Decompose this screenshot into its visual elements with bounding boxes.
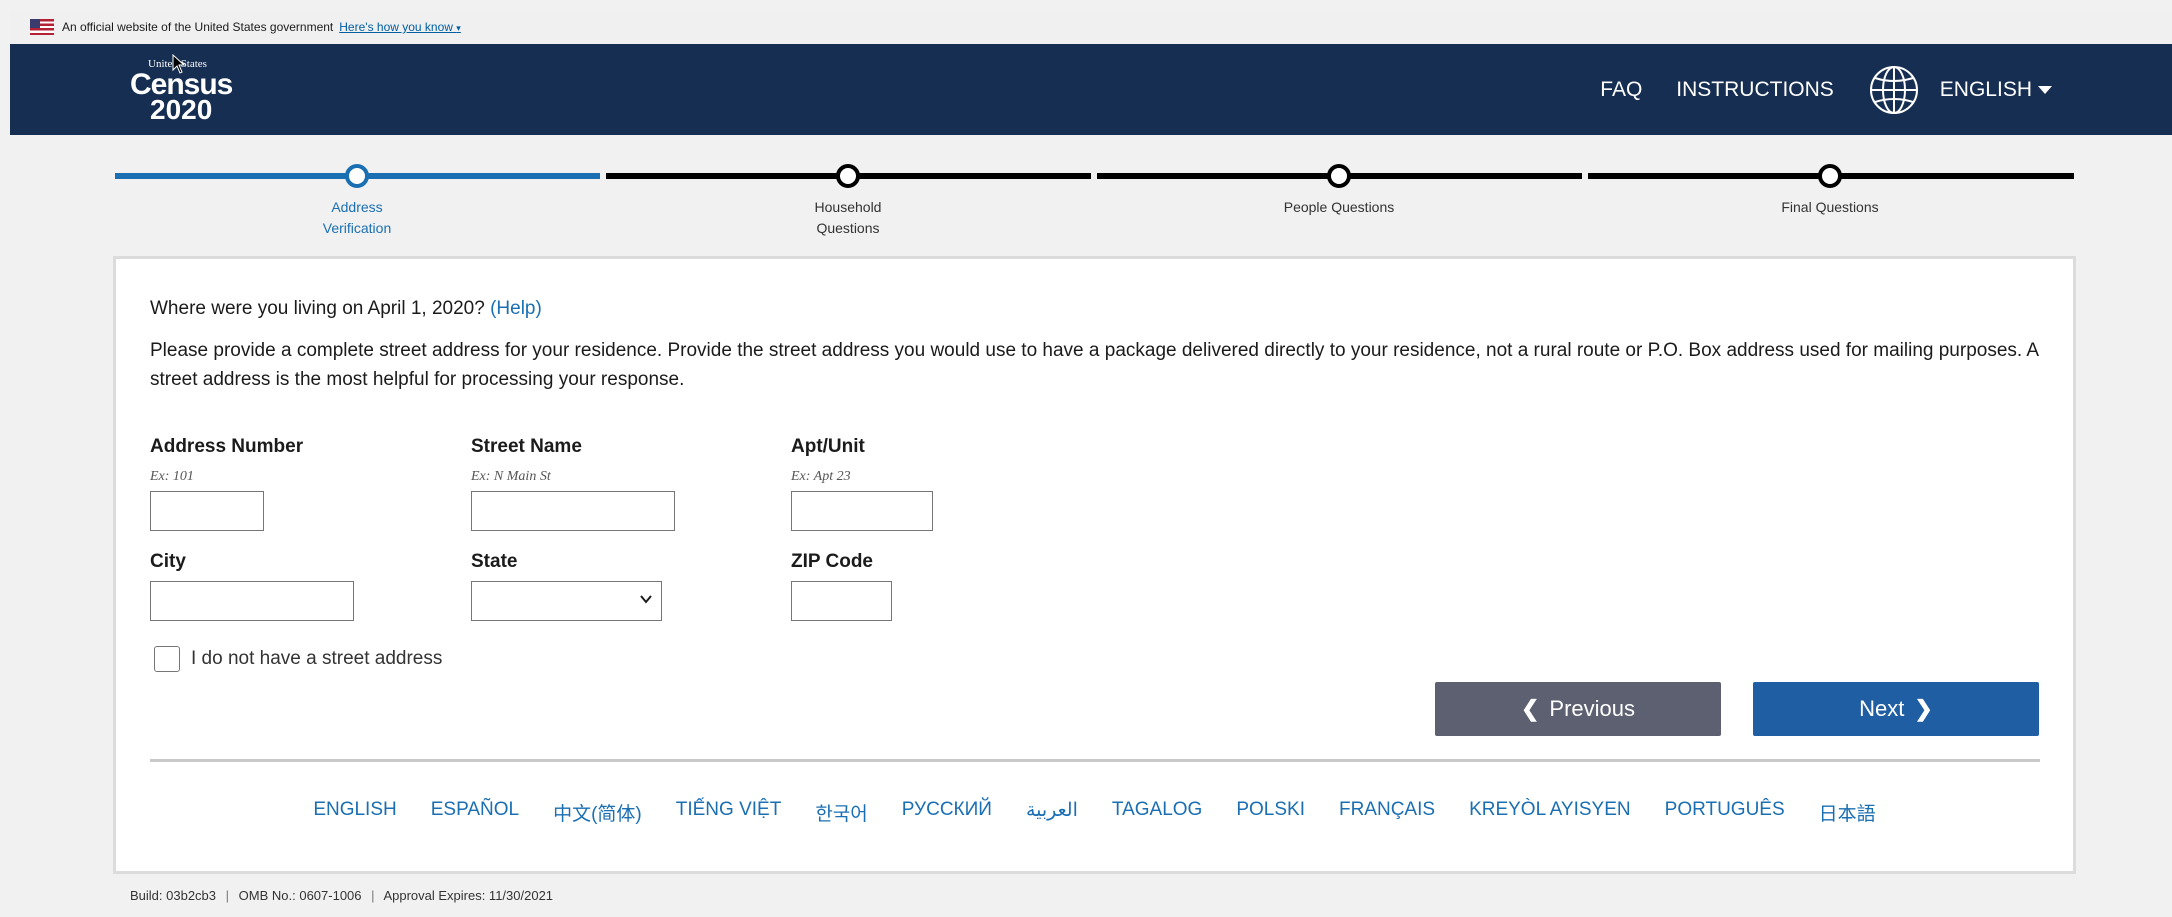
language-link-chinese[interactable]: 中文(简体) — [553, 799, 642, 826]
language-links: ENGLISH ESPAÑOL 中文(简体) TIẾNG VIỆT 한국어 РУ… — [116, 799, 2073, 826]
step-label-final-questions: Final Questions — [1781, 199, 1879, 215]
language-link-japanese[interactable]: 日本語 — [1819, 799, 1876, 826]
header-nav: FAQ INSTRUCTIONS ENGLISH — [1566, 44, 2052, 135]
language-link-polish[interactable]: POLSKI — [1236, 799, 1305, 826]
no-street-address-option[interactable]: I do not have a street address — [154, 646, 442, 672]
step-dot-address-verification — [345, 164, 369, 188]
approval-expires: Approval Expires: 11/30/2021 — [383, 888, 554, 903]
language-selector[interactable]: ENGLISH — [1940, 78, 2052, 102]
apt-unit-hint: Ex: Apt 23 — [791, 469, 851, 484]
city-input[interactable] — [150, 581, 354, 621]
step-dot-household-questions — [836, 164, 860, 188]
address-number-input[interactable] — [150, 491, 264, 531]
step-label-household-questions: Household Questions — [814, 199, 882, 236]
chevron-down-icon: ▾ — [456, 23, 461, 33]
language-link-korean[interactable]: 한국어 — [815, 799, 867, 826]
language-link-english[interactable]: ENGLISH — [313, 799, 396, 826]
language-link-portuguese[interactable]: PORTUGUÊS — [1665, 799, 1785, 826]
page: An official website of the United States… — [0, 0, 2172, 917]
no-street-address-checkbox[interactable] — [154, 646, 180, 672]
step-dot-people-questions — [1327, 164, 1351, 188]
gov-banner: An official website of the United States… — [10, 10, 2172, 44]
question-description: Please provide a complete street address… — [150, 340, 2039, 390]
address-number-hint: Ex: 101 — [150, 469, 194, 484]
language-link-russian[interactable]: РУССКИЙ — [902, 799, 992, 826]
omb-number: OMB No.: 0607-1006 — [238, 888, 362, 903]
step-label-people-questions: People Questions — [1283, 199, 1395, 215]
address-number-label: Address Number — [150, 436, 304, 457]
heres-how-you-know-link[interactable]: Here's how you know ▾ — [339, 20, 461, 34]
step-label-address-verification: Address Verification — [322, 199, 392, 236]
language-link-haitian-creole[interactable]: KREYÒL AYISYEN — [1469, 799, 1631, 826]
language-link-arabic[interactable]: العربية — [1026, 799, 1078, 826]
next-button[interactable]: Next ❯ — [1753, 682, 2039, 736]
apt-unit-input[interactable] — [791, 491, 933, 531]
instructions-link[interactable]: INSTRUCTIONS — [1676, 78, 1834, 102]
no-street-address-label: I do not have a street address — [191, 648, 443, 669]
chevron-right-icon: ❯ — [1914, 696, 1933, 721]
state-select[interactable] — [471, 581, 662, 621]
zip-code-label: ZIP Code — [791, 551, 873, 572]
gov-banner-text: An official website of the United States… — [62, 20, 334, 34]
mouse-cursor-icon — [172, 54, 186, 74]
city-label: City — [150, 551, 186, 572]
step-dot-final-questions — [1818, 164, 1842, 188]
chevron-left-icon: ❮ — [1520, 696, 1540, 721]
apt-unit-label: Apt/Unit — [791, 436, 865, 457]
language-link-vietnamese[interactable]: TIẾNG VIỆT — [676, 799, 782, 826]
address-form-card: Where were you living on April 1, 2020? … — [113, 256, 2076, 874]
street-name-input[interactable] — [471, 491, 675, 531]
language-link-french[interactable]: FRANÇAIS — [1339, 799, 1435, 826]
site-header: United States Census 2020 FAQ INSTRUCTIO… — [10, 44, 2172, 135]
globe-icon[interactable] — [1868, 64, 1920, 116]
progress-tracker: Address Verification Household Questions… — [115, 160, 2074, 250]
caret-down-icon — [2038, 85, 2052, 94]
help-link[interactable]: (Help) — [490, 298, 542, 319]
faq-link[interactable]: FAQ — [1600, 78, 1642, 102]
divider — [150, 759, 2040, 762]
zip-code-input[interactable] — [791, 581, 892, 621]
us-flag-icon — [30, 19, 54, 35]
previous-button[interactable]: ❮ Previous — [1435, 682, 1721, 736]
chevron-down-icon — [640, 595, 652, 604]
page-footer: Build: 03b2cb3 | OMB No.: 0607-1006 | Ap… — [130, 888, 554, 903]
language-link-tagalog[interactable]: TAGALOG — [1112, 799, 1202, 826]
question-title: Where were you living on April 1, 2020? … — [150, 298, 542, 319]
street-name-hint: Ex: N Main St — [471, 469, 551, 484]
state-label: State — [471, 551, 518, 572]
build-id: Build: 03b2cb3 — [130, 888, 217, 903]
language-link-spanish[interactable]: ESPAÑOL — [431, 799, 519, 826]
street-name-label: Street Name — [471, 436, 582, 457]
